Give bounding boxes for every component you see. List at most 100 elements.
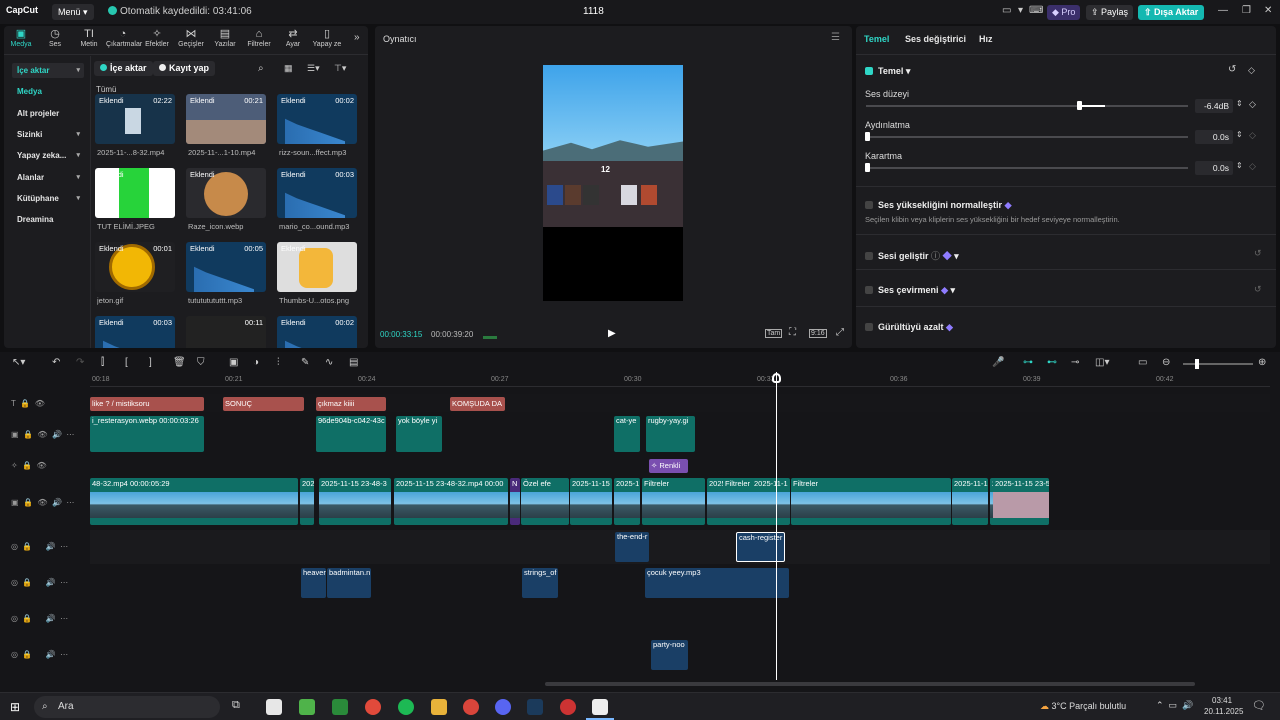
ai-icon[interactable]: ◑ bbox=[253, 357, 259, 368]
shield-icon[interactable]: ⛉ bbox=[197, 357, 205, 368]
chevron-down-icon[interactable]: ▾ bbox=[1018, 5, 1023, 16]
layout-icon[interactable]: ▭ bbox=[1002, 5, 1011, 16]
keyframe-icon[interactable]: ◇ bbox=[1249, 130, 1256, 141]
video-clip[interactable]: 2025-11-1 bbox=[752, 478, 790, 525]
tool-tab-2[interactable]: TI Metin bbox=[72, 28, 106, 48]
tool-tab-3[interactable]: ◔ Çıkartmalar bbox=[106, 28, 142, 48]
tool-tab-7[interactable]: ⌂ Filtreler bbox=[242, 28, 276, 48]
tool-tab-1[interactable]: ◷ Ses bbox=[38, 28, 72, 48]
delete-icon[interactable]: 🗑 bbox=[173, 357, 186, 368]
zoom-in-icon[interactable]: ⊕ bbox=[1258, 357, 1266, 368]
spotify-icon[interactable] bbox=[398, 699, 414, 715]
video-clip[interactable]: 2025-11-15 23-5 bbox=[993, 478, 1049, 525]
text-clip[interactable]: like ? / mistiksoru bbox=[90, 397, 204, 411]
tray-icons[interactable]: ⌃ ▭ 🔊 bbox=[1156, 700, 1193, 711]
media-item[interactable]: Eklendi 00:03 bbox=[95, 316, 175, 348]
reset-icon[interactable]: ↺ bbox=[1254, 284, 1262, 295]
keyframe-icon[interactable]: ◇ bbox=[1249, 99, 1256, 110]
sort-icon[interactable]: ☰▾ bbox=[307, 63, 320, 74]
fade-in-slider[interactable] bbox=[866, 136, 1188, 138]
trim-left-icon[interactable]: [ bbox=[125, 357, 128, 368]
export-button[interactable]: ⇧ Dışa Aktar bbox=[1138, 5, 1205, 20]
text-clip[interactable]: KOMŞUDA DA bbox=[450, 397, 505, 411]
discord-icon[interactable] bbox=[495, 699, 511, 715]
filter-icon[interactable]: ⊤▾ bbox=[334, 63, 346, 74]
share-button[interactable]: ⇪ Paylaş bbox=[1086, 5, 1134, 20]
tool-tab-4[interactable]: ✧ Efektler bbox=[140, 28, 174, 48]
text-clip[interactable]: SONUÇ bbox=[223, 397, 304, 411]
focus-icon[interactable]: ⛶ bbox=[789, 327, 796, 338]
task-view-icon[interactable]: ⧉ bbox=[232, 699, 248, 715]
sidebar-item-5[interactable]: Alanlar ▾ bbox=[12, 170, 84, 185]
tool-tab-8[interactable]: ⇄ Ayar bbox=[276, 28, 310, 48]
video-clip[interactable]: Filtreler bbox=[791, 478, 951, 525]
tool-tab-9[interactable]: ▯ Yapay ze bbox=[310, 28, 344, 48]
video-clip[interactable]: 2025-11-15 23-48-3 bbox=[319, 478, 391, 525]
grid-view-icon[interactable]: ▦ bbox=[284, 63, 293, 74]
stepper-icon[interactable]: ⇕ bbox=[1236, 130, 1243, 139]
media-item[interactable]: Eklendi bbox=[95, 168, 175, 218]
menu-button[interactable]: Menü ▾ bbox=[52, 4, 94, 20]
clock-date[interactable]: 20.11.2025 bbox=[1204, 707, 1243, 716]
keyboard-icon[interactable]: ⌨ bbox=[1029, 5, 1043, 16]
basic-section-header[interactable]: Temel ▾ bbox=[865, 66, 910, 77]
pro-badge[interactable]: ◆ Pro bbox=[1047, 5, 1081, 20]
audio-clip[interactable]: çocuk yeey.mp3 bbox=[645, 568, 789, 598]
play-icon[interactable]: ▶ bbox=[608, 328, 616, 339]
sidebar-item-3[interactable]: Sizinki ▾ bbox=[12, 127, 84, 142]
video-clip[interactable]: Özel efe bbox=[521, 478, 569, 525]
reset-icon[interactable]: ↺ bbox=[1254, 248, 1262, 259]
tool-tab-0[interactable]: ▣ Medya bbox=[4, 28, 38, 48]
playhead-handle[interactable] bbox=[772, 373, 781, 383]
fade-out-value[interactable]: 0.0s bbox=[1195, 161, 1233, 175]
text-clip[interactable]: çıkmaz kiiii bbox=[316, 397, 386, 411]
steam-icon[interactable] bbox=[527, 699, 543, 715]
sidebar-item-7[interactable]: Dreamina bbox=[12, 212, 84, 227]
fade-out-slider[interactable] bbox=[866, 167, 1188, 169]
volume-value[interactable]: -6.4dB bbox=[1195, 99, 1233, 113]
game-icon[interactable] bbox=[560, 699, 576, 715]
media-item[interactable]: Eklendi 00:02 bbox=[277, 94, 357, 144]
sidebar-item-4[interactable]: Yapay zeka... ▾ bbox=[12, 148, 84, 163]
more-tabs-icon[interactable]: » bbox=[354, 32, 360, 43]
tool-tab-5[interactable]: ⋈ Geçişler bbox=[174, 28, 208, 48]
video-clip[interactable]: 202 bbox=[300, 478, 314, 525]
sticker-clip[interactable]: yok böyle yi bbox=[396, 416, 442, 452]
capcut-active-icon[interactable] bbox=[592, 699, 608, 715]
split-icon[interactable]: ⫿ bbox=[101, 357, 104, 368]
magnet-icon[interactable]: ⊶ bbox=[1023, 357, 1033, 368]
media-item[interactable]: Eklendi 00:01 bbox=[95, 242, 175, 292]
chain-icon[interactable]: ⊸ bbox=[1071, 357, 1079, 368]
adjust-icon[interactable]: ⫶ bbox=[277, 357, 280, 368]
tab-speed[interactable]: Hız bbox=[979, 34, 993, 44]
volume-slider[interactable] bbox=[866, 105, 1188, 107]
media-item[interactable]: Eklendi 02:22 bbox=[95, 94, 175, 144]
fade-out-handle[interactable] bbox=[865, 163, 870, 172]
horizontal-scrollbar[interactable] bbox=[545, 682, 1195, 686]
microphone-icon[interactable]: 🎤 bbox=[992, 357, 1004, 368]
xbox-icon[interactable] bbox=[332, 699, 348, 715]
taskbar-search[interactable]: ⌕ Ara bbox=[34, 696, 220, 718]
sticker-clip[interactable]: rugby-yay.gi bbox=[646, 416, 695, 452]
media-item[interactable]: Eklendi 00:21 bbox=[186, 94, 266, 144]
media-item[interactable]: Eklendi 00:02 bbox=[277, 316, 357, 348]
audio-clip[interactable]: heaver bbox=[301, 568, 326, 598]
fullscreen-mode-button[interactable]: Tam bbox=[765, 329, 783, 338]
video-clip[interactable]: 2025-1 bbox=[614, 478, 640, 525]
undo-icon[interactable]: ↶ bbox=[52, 357, 60, 368]
caption-icon[interactable]: ▤ bbox=[349, 357, 358, 368]
zoom-out-icon[interactable]: ⊖ bbox=[1162, 357, 1170, 368]
reset-icon[interactable]: ↺ bbox=[1228, 64, 1236, 75]
media-item[interactable]: Eklendi bbox=[186, 168, 266, 218]
zoom-slider[interactable] bbox=[1183, 363, 1253, 365]
minimize-button[interactable]: — bbox=[1218, 5, 1228, 16]
effect-clip[interactable]: ✧ Renkli bbox=[649, 459, 688, 473]
windows-start-icon[interactable]: ⊞ bbox=[10, 700, 20, 714]
weather-widget[interactable]: ☁ 3°C Parçalı bulutlu bbox=[1040, 701, 1126, 712]
sticker-clip[interactable]: cat-ye bbox=[614, 416, 640, 452]
volume-handle[interactable] bbox=[1077, 101, 1082, 110]
zoom-handle[interactable] bbox=[1195, 359, 1199, 369]
folder-icon[interactable] bbox=[431, 699, 447, 715]
sidebar-item-1[interactable]: Medya bbox=[12, 84, 84, 99]
media-item[interactable]: Eklendi 00:03 bbox=[277, 168, 357, 218]
